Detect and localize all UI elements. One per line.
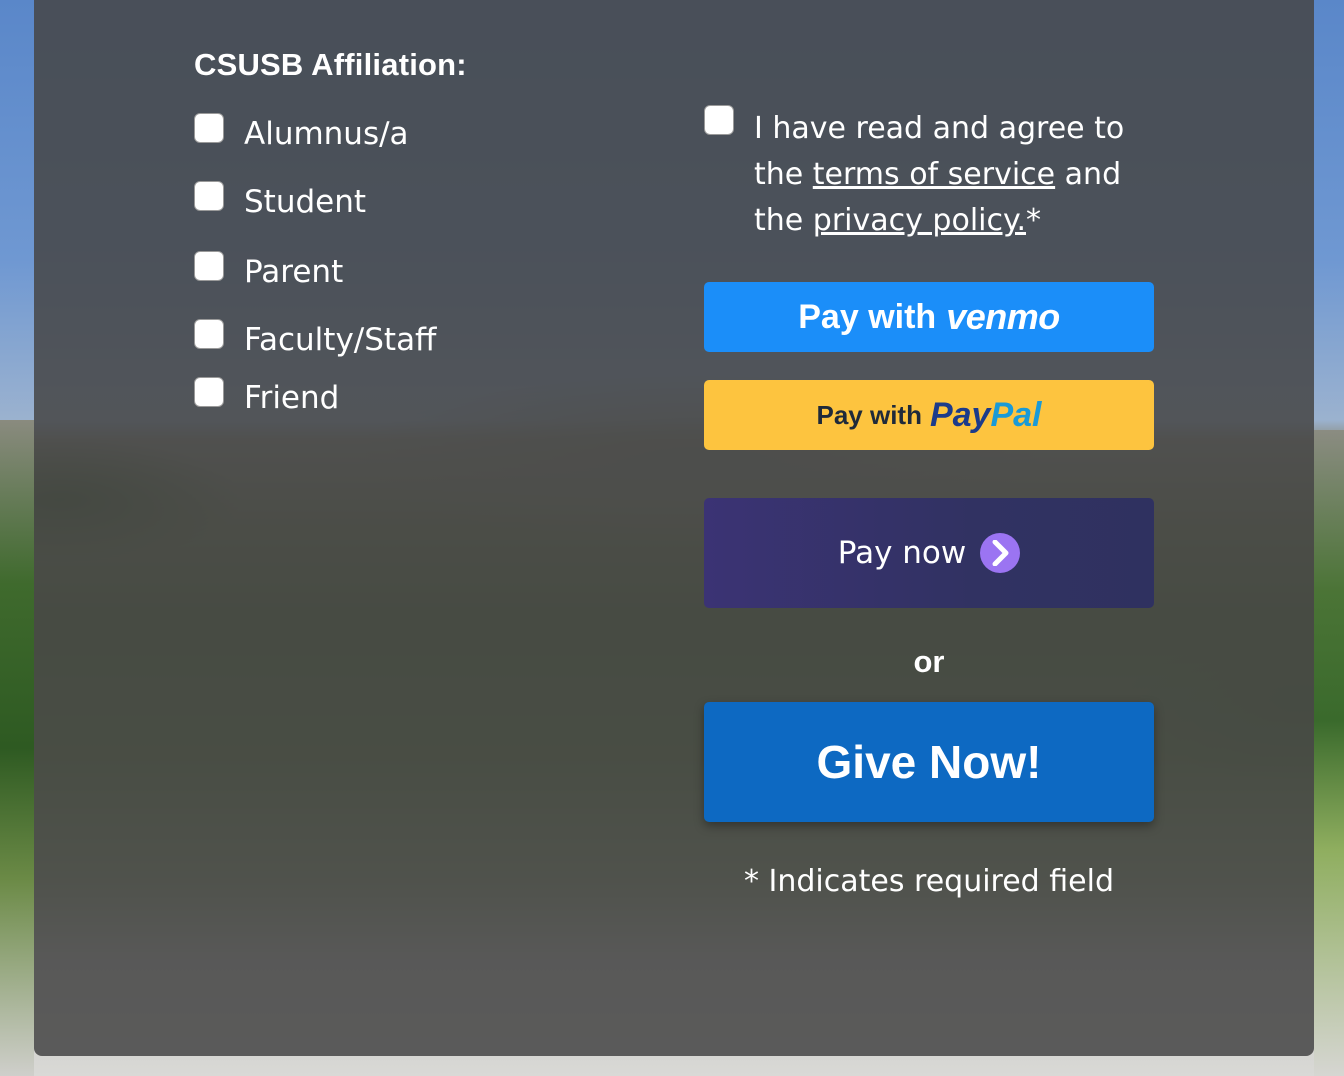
privacy-policy-link[interactable]: privacy policy. — [813, 203, 1026, 238]
background-scenery-left — [0, 420, 34, 1076]
checkbox-terms-agreement[interactable] — [704, 105, 734, 135]
give-now-button[interactable]: Give Now! — [704, 702, 1154, 822]
pay-with-venmo-button[interactable]: Pay with venmo — [704, 282, 1154, 352]
paypal-logo-pal: Pal — [990, 395, 1042, 434]
required-field-note: * Indicates required field — [743, 864, 1114, 899]
checkbox-label-friend: Friend — [244, 380, 340, 416]
checkbox-alumnus[interactable] — [194, 113, 224, 143]
paypal-button-prefix: Pay with — [816, 399, 922, 430]
terms-of-service-link[interactable]: terms of service — [813, 157, 1055, 192]
pay-now-button[interactable]: Pay now — [704, 498, 1154, 608]
pay-with-paypal-button[interactable]: Pay with PayPal — [704, 380, 1154, 450]
donation-form-panel: CSUSB Affiliation: Alumnus/a Student Par… — [34, 0, 1314, 1056]
venmo-logo: venmo — [946, 296, 1060, 337]
paypal-logo: PayPal — [930, 396, 1042, 435]
checkbox-friend[interactable] — [194, 377, 224, 407]
checkbox-student[interactable] — [194, 181, 224, 211]
terms-agreement-text: I have read and agree to the terms of se… — [754, 106, 1154, 244]
affiliation-heading: CSUSB Affiliation: — [194, 47, 467, 82]
checkbox-label-student: Student — [244, 184, 367, 220]
background-scenery-right — [1314, 430, 1344, 1076]
or-separator: or — [913, 644, 945, 679]
required-asterisk: * — [1026, 203, 1041, 238]
venmo-button-prefix: Pay with — [798, 297, 937, 336]
pay-now-label: Pay now — [837, 535, 967, 571]
paypal-logo-pay: Pay — [929, 395, 991, 434]
checkbox-label-faculty-staff: Faculty/Staff — [244, 322, 437, 358]
chevron-right-icon — [980, 533, 1021, 573]
checkbox-label-alumnus: Alumnus/a — [244, 116, 409, 152]
checkbox-parent[interactable] — [194, 251, 224, 281]
checkbox-label-parent: Parent — [244, 254, 344, 290]
checkbox-faculty-staff[interactable] — [194, 319, 224, 349]
